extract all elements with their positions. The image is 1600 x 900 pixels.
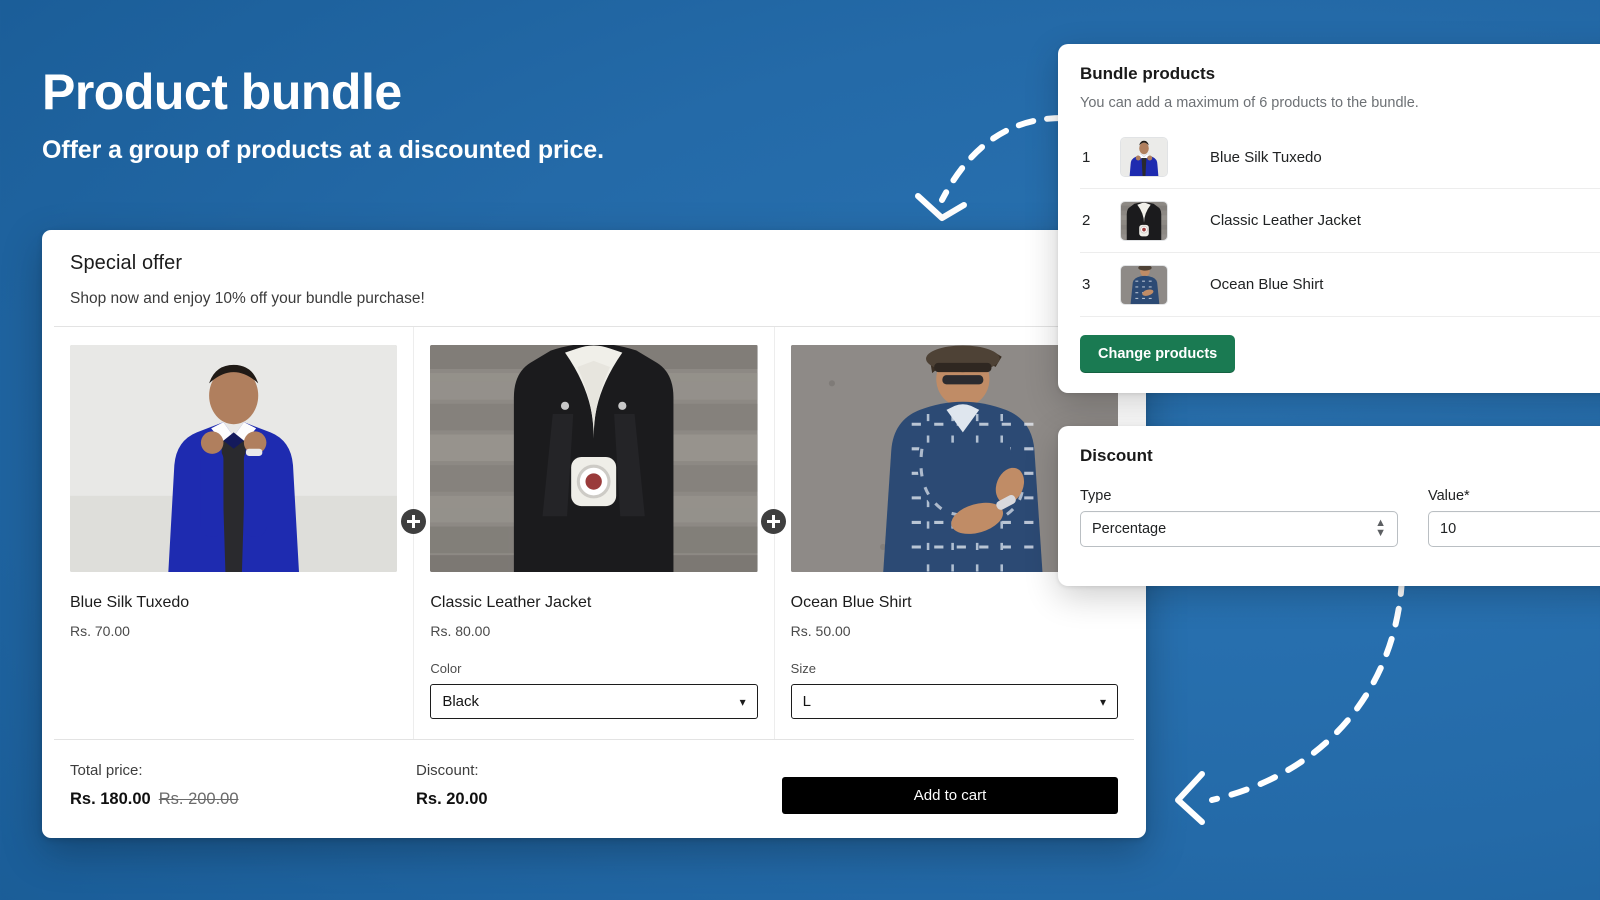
bundle-product-thumbnail-ocean-blue-shirt [1120, 264, 1168, 305]
product-card: Blue Silk Tuxedo Rs. 70.00 [54, 327, 426, 739]
page-subtitle: Offer a group of products at a discounte… [42, 136, 604, 164]
offer-title: Special offer [70, 252, 183, 274]
bundle-product-thumbnail-classic-leather-jacket [1120, 200, 1168, 241]
bundle-product-name: Ocean Blue Shirt [1210, 276, 1324, 293]
bundle-product-row[interactable]: 2 Classic Leather Jacket [1080, 189, 1600, 253]
discount-value: Rs. 20.00 [416, 790, 488, 808]
up-down-chevrons-icon: ▲ ▼ [1375, 517, 1386, 539]
discount-type-select[interactable]: Percentage ▲ ▼ [1080, 511, 1398, 547]
bundle-products-list: 1 Blue Silk Tuxedo 2 Classic Leather Jac… [1080, 125, 1600, 317]
dashed-curved-arrow-left-icon [1175, 575, 1405, 825]
discount-type-value: Percentage [1092, 521, 1167, 537]
bundle-product-thumbnail-blue-silk-tuxedo [1120, 137, 1168, 177]
product-option-select-size[interactable]: L ▾ [790, 684, 1118, 719]
plus-icon [761, 509, 787, 534]
product-name: Ocean Blue Shirt [790, 594, 912, 611]
total-price-block: Total price: Rs. 180.00 Rs. 200.00 [70, 762, 416, 809]
bundle-products-card: Bundle products You can add a maximum of… [1058, 44, 1600, 393]
bundle-product-index: 2 [1082, 212, 1091, 229]
total-price-amount: Rs. 180.00 [70, 790, 151, 808]
total-price-value: Rs. 180.00 Rs. 200.00 [70, 790, 416, 809]
discount-value-label: Value* [1428, 488, 1470, 504]
bundle-product-index: 3 [1082, 276, 1091, 293]
product-price: Rs. 80.00 [430, 623, 491, 639]
product-name: Blue Silk Tuxedo [70, 594, 190, 611]
bundle-products-body: Bundle products You can add a maximum of… [1058, 44, 1600, 393]
page-title: Product bundle [42, 64, 402, 120]
storefront-header: Special offer Shop now and enjoy 10% off… [42, 230, 1146, 326]
product-list: Blue Silk Tuxedo Rs. 70.00 Classic Leath… [54, 326, 1134, 739]
discount-label: Discount: [416, 762, 479, 779]
hero-text-block: Product bundle Offer a group of products… [42, 66, 604, 165]
total-price-label: Total price: [70, 762, 143, 779]
change-products-button[interactable]: Change products [1080, 335, 1236, 373]
bundle-product-name: Blue Silk Tuxedo [1210, 148, 1322, 166]
total-price-compare-at: Rs. 200.00 [158, 790, 239, 808]
discount-value-input[interactable]: 10 [1428, 511, 1600, 547]
product-price: Rs. 70.00 [70, 623, 130, 639]
bundle-product-index: 1 [1082, 148, 1091, 166]
discount-body: Discount Type Percentage ▲ ▼ Value* 10 [1058, 426, 1600, 547]
selected-color-value: Black [442, 693, 480, 710]
bundle-products-subtitle: You can add a maximum of 6 products to t… [1080, 95, 1419, 111]
product-card: Classic Leather Jacket Rs. 80.00 Color B… [413, 327, 787, 739]
offer-subtitle: Shop now and enjoy 10% off your bundle p… [70, 290, 425, 307]
dashed-curved-arrow-down-left-icon [915, 115, 1065, 221]
discount-type-label: Type [1080, 488, 1112, 504]
discount-card: Discount Type Percentage ▲ ▼ Value* 10 [1058, 426, 1600, 586]
discount-fields: Type Percentage ▲ ▼ Value* 10 [1080, 488, 1600, 547]
storefront-footer: Total price: Rs. 180.00 Rs. 200.00 Discou… [54, 739, 1134, 838]
storefront-bundle-widget: Special offer Shop now and enjoy 10% off… [42, 230, 1146, 838]
product-image-blue-silk-tuxedo [70, 345, 398, 572]
bundle-product-name: Classic Leather Jacket [1210, 212, 1361, 229]
add-to-cart-button[interactable]: Add to cart [782, 777, 1118, 814]
product-price: Rs. 50.00 [790, 623, 851, 639]
product-name: Classic Leather Jacket [430, 594, 592, 611]
bundle-product-row[interactable]: 1 Blue Silk Tuxedo [1080, 125, 1600, 189]
discount-section-title: Discount [1080, 446, 1153, 465]
discount-type-field: Type Percentage ▲ ▼ [1080, 488, 1398, 547]
add-to-cart-container: Add to cart [762, 762, 1118, 814]
product-option-label-color: Color [430, 661, 462, 676]
product-option-select-color[interactable]: Black ▾ [430, 684, 758, 719]
product-option-label-size: Size [790, 661, 816, 676]
product-image-classic-leather-jacket [430, 345, 758, 572]
chevron-down-icon: ▾ [1099, 694, 1106, 709]
bundle-products-title: Bundle products [1080, 64, 1216, 83]
chevron-down-icon: ▾ [739, 694, 746, 709]
discount-value-field: Value* 10 [1428, 488, 1600, 547]
discount-amount-block: Discount: Rs. 20.00 [416, 762, 762, 809]
bundle-product-row[interactable]: 3 Ocean Blue Shirt [1080, 253, 1600, 317]
plus-icon [400, 509, 426, 534]
selected-size-value: L [802, 693, 811, 710]
discount-value-text: 10 [1440, 521, 1457, 537]
